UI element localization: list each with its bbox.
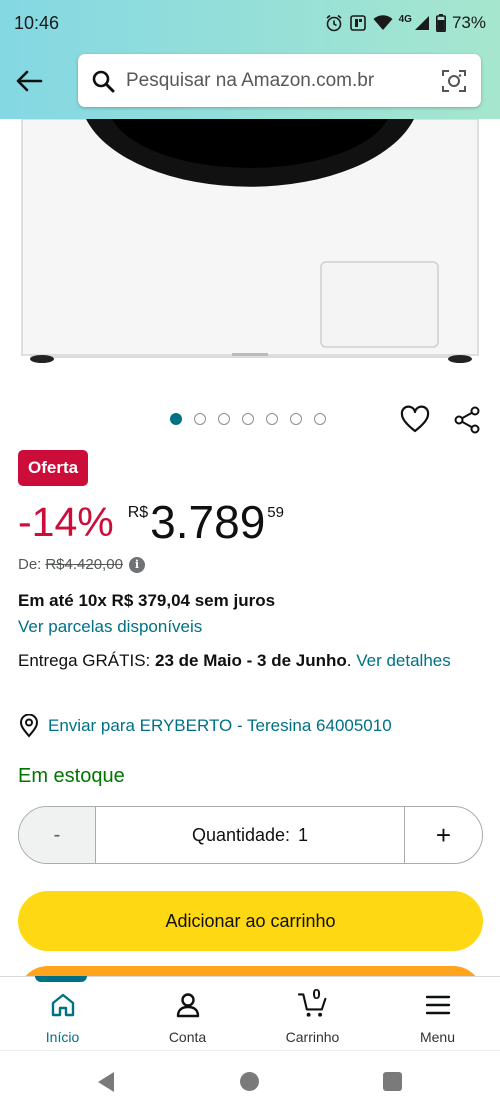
search-input[interactable]: Pesquisar na Amazon.com.br	[126, 70, 441, 92]
arrow-left-icon	[16, 70, 43, 92]
nav-home-label: Início	[45, 1029, 80, 1045]
delivery-prefix: Entrega GRÁTIS:	[18, 651, 155, 670]
quantity-increase-button[interactable]: +	[404, 807, 482, 863]
bottom-navigation: Início Conta 0 Carrinho Menu	[0, 976, 500, 1050]
installments-text: Em até 10x R$ 379,04 sem juros	[18, 591, 276, 610]
nfc-icon	[349, 15, 366, 31]
quantity-label: Quantidade:	[191, 824, 291, 845]
installments-link[interactable]: Ver parcelas disponíveis	[18, 617, 202, 637]
network-type: 4G	[398, 13, 412, 25]
nav-account[interactable]: Conta	[125, 977, 250, 1050]
battery-level: 73%	[451, 13, 486, 32]
add-to-cart-button[interactable]: Adicionar ao carrinho	[18, 891, 483, 951]
quantity-value: 1	[298, 824, 309, 845]
home-icon	[48, 990, 78, 1020]
pagination-dot[interactable]	[194, 413, 206, 425]
search-bar[interactable]: Pesquisar na Amazon.com.br	[78, 54, 481, 107]
info-icon[interactable]: i	[128, 556, 145, 573]
list-price-value: R$4.420,00	[45, 556, 123, 573]
back-button[interactable]	[10, 62, 48, 100]
account-icon	[173, 990, 203, 1020]
stock-status: Em estoque	[18, 765, 125, 787]
status-icons: 4G 73%	[325, 11, 486, 35]
delivery-dates: 23 de Maio - 3 de Junho	[155, 651, 347, 670]
alarm-icon	[326, 14, 342, 32]
pagination-dot[interactable]	[314, 413, 326, 425]
deal-badge: Oferta	[18, 450, 89, 486]
ship-to-address[interactable]: Enviar para ERYBERTO - Teresina 64005010	[18, 714, 392, 738]
delivery-info: Entrega GRÁTIS: 23 de Maio - 3 de Junho.…	[18, 647, 478, 674]
price: -14% R$ 3.789 59	[18, 494, 284, 550]
image-pagination	[170, 413, 326, 425]
pagination-dot[interactable]	[170, 413, 182, 425]
discount-percent: -14%	[18, 499, 114, 545]
system-recents-icon[interactable]	[383, 1072, 402, 1091]
wishlist-heart-icon[interactable]	[400, 405, 430, 435]
pagination-dot[interactable]	[290, 413, 302, 425]
nav-menu-label: Menu	[419, 1029, 456, 1045]
app-header: 10:46 4G 73% Pesquisar na Amazon.com.br	[0, 0, 500, 119]
nav-home[interactable]: Início	[0, 977, 125, 1050]
location-pin-icon	[19, 714, 39, 738]
battery-icon	[435, 14, 446, 32]
nav-cart-label: Carrinho	[285, 1029, 340, 1045]
search-icon	[90, 68, 116, 94]
list-price: De: R$4.420,00 i	[18, 556, 145, 573]
quantity-stepper: - Quantidade: 1 +	[18, 806, 483, 864]
system-navigation-bar	[0, 1050, 500, 1111]
camera-search-icon[interactable]	[441, 68, 467, 94]
cart-count: 0	[312, 986, 321, 1003]
status-bar: 10:46 4G 73%	[0, 0, 500, 46]
quantity-decrease-button[interactable]: -	[19, 807, 96, 863]
menu-icon	[423, 990, 453, 1020]
pagination-dot[interactable]	[242, 413, 254, 425]
system-back-icon[interactable]	[96, 1071, 116, 1093]
price-cents: 59	[267, 504, 284, 521]
delivery-suffix: .	[346, 651, 357, 670]
delivery-details-link[interactable]: Ver detalhes	[356, 651, 451, 670]
share-icon[interactable]	[452, 405, 482, 435]
nav-account-label: Conta	[168, 1029, 207, 1045]
quantity-display[interactable]: Quantidade: 1	[96, 807, 404, 863]
price-whole: 3.789	[150, 496, 266, 548]
cart-icon: 0	[297, 986, 328, 1020]
signal-icon	[414, 16, 429, 30]
wifi-icon	[373, 15, 393, 30]
nav-menu[interactable]: Menu	[375, 977, 500, 1050]
status-time: 10:46	[14, 13, 60, 33]
list-price-label: De:	[18, 556, 42, 573]
pagination-dot[interactable]	[266, 413, 278, 425]
nav-cart[interactable]: 0 Carrinho	[250, 977, 375, 1050]
pagination-dot[interactable]	[218, 413, 230, 425]
product-image[interactable]	[0, 119, 500, 370]
system-home-icon[interactable]	[240, 1072, 259, 1091]
ship-to-text[interactable]: Enviar para ERYBERTO - Teresina 64005010	[48, 716, 392, 736]
active-tab-indicator	[35, 976, 87, 982]
price-currency: R$	[127, 504, 149, 521]
